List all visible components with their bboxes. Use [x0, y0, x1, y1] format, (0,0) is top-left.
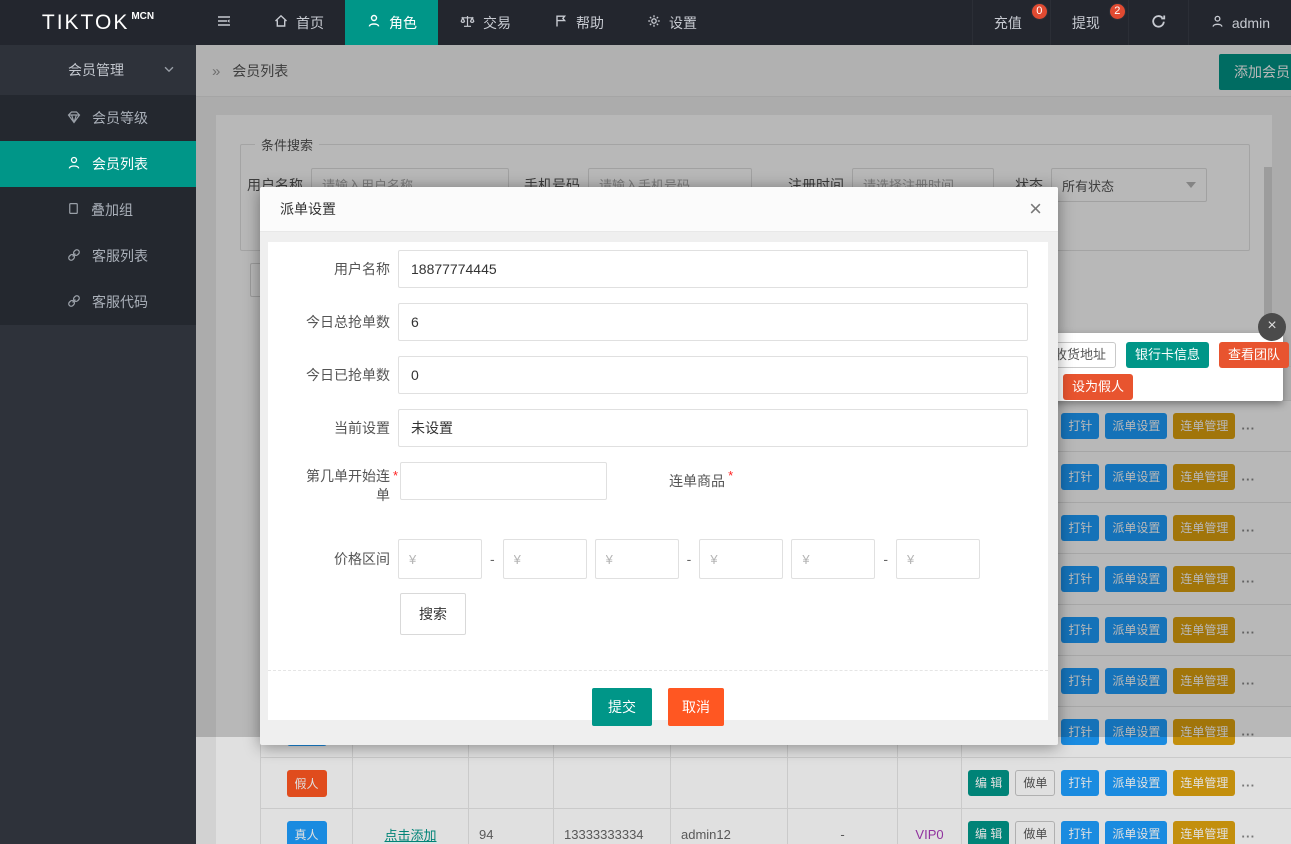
total-orders-field-label: 今日总抢单数 — [268, 303, 390, 341]
nav-role[interactable]: 角色 — [345, 0, 438, 45]
withdraw-button[interactable]: 提现 2 — [1050, 0, 1128, 45]
price-min-input-2[interactable] — [595, 539, 679, 579]
price-max-input-2[interactable] — [699, 539, 783, 579]
sidebar-item-member-level[interactable]: 会员等级 — [0, 95, 196, 141]
current-setting-field-input[interactable] — [398, 409, 1028, 447]
sidebar-item-label: 叠加组 — [91, 200, 133, 220]
sidebar-item-label: 会员等级 — [92, 108, 148, 128]
gear-icon — [646, 13, 662, 32]
price-min-input-3[interactable] — [791, 539, 875, 579]
range-dash: - — [883, 539, 888, 579]
refresh-icon — [1150, 13, 1167, 33]
hamburger-icon — [216, 13, 232, 32]
sidebar-collapse-button[interactable] — [196, 0, 252, 45]
sidebar-group-member-management[interactable]: 会员管理 — [0, 45, 196, 95]
modal-title: 派单设置 — [260, 187, 1058, 232]
row-actions-popover: 收货地址 银行卡信息 查看团队 设为假人 — [1036, 333, 1283, 401]
scales-icon — [459, 13, 476, 32]
link-icon — [66, 293, 82, 312]
sidebar-item-cs-list[interactable]: 客服列表 — [0, 233, 196, 279]
diamond-icon — [66, 109, 82, 128]
recharge-button[interactable]: 充值 0 — [972, 0, 1050, 45]
sidebar: 会员管理 会员等级 会员列表 叠加组 客服列表 客服代码 — [0, 45, 196, 844]
app-logo: TIKTOK MCN — [0, 0, 196, 45]
person-icon — [366, 13, 382, 32]
range-dash: - — [490, 539, 495, 579]
submit-button[interactable]: 提交 — [592, 688, 652, 726]
chain-product-label: 连单商品 — [669, 462, 725, 500]
set-fake-button[interactable]: 设为假人 — [1063, 374, 1133, 400]
price-max-input-1[interactable] — [503, 539, 587, 579]
nav-role-label: 角色 — [389, 13, 417, 33]
person-icon — [66, 155, 82, 174]
link-icon — [66, 247, 82, 266]
logo-text: TIKTOK — [42, 11, 129, 35]
sidebar-item-cs-code[interactable]: 客服代码 — [0, 279, 196, 325]
bank-card-info-button[interactable]: 银行卡信息 — [1126, 342, 1209, 368]
total-orders-field-input[interactable] — [398, 303, 1028, 341]
required-asterisk: * — [728, 468, 733, 483]
nav-help-label: 帮助 — [576, 13, 604, 33]
price-range-field-label: 价格区间 — [268, 539, 390, 579]
nav-settings-label: 设置 — [669, 13, 697, 33]
product-search-button[interactable]: 搜索 — [400, 593, 466, 635]
sidebar-item-overlay-group[interactable]: 叠加组 — [0, 187, 196, 233]
range-dash: - — [687, 539, 692, 579]
chain-start-field-label: 第几单开始连单 — [268, 462, 390, 505]
withdraw-label: 提现 — [1072, 13, 1100, 33]
price-min-input-1[interactable] — [398, 539, 482, 579]
chevron-down-icon — [162, 62, 176, 79]
logo-suffix: MCN — [131, 11, 154, 22]
cancel-button[interactable]: 取消 — [668, 688, 724, 726]
modal-body: 用户名称 今日总抢单数 今日已抢单数 当前设置 第几单开始连单 * 连单商品 *… — [268, 242, 1048, 720]
box-icon — [66, 201, 81, 219]
price-max-input-3[interactable] — [896, 539, 980, 579]
sidebar-item-label: 客服代码 — [92, 292, 148, 312]
user-menu[interactable]: admin — [1188, 0, 1291, 45]
sidebar-item-label: 会员列表 — [92, 154, 148, 174]
top-navbar: TIKTOK MCN 首页 角色 交易 帮助 设置 充值 0 提现 2 — [0, 0, 1291, 45]
footer-divider — [268, 670, 1048, 671]
nav-settings[interactable]: 设置 — [625, 0, 718, 45]
modal-header: 派单设置 × — [260, 187, 1058, 232]
nav-trade-label: 交易 — [483, 13, 511, 33]
sidebar-item-label: 客服列表 — [92, 246, 148, 266]
required-asterisk: * — [393, 468, 398, 483]
home-icon — [273, 13, 289, 32]
withdraw-badge: 2 — [1109, 3, 1126, 20]
view-team-button[interactable]: 查看团队 — [1219, 342, 1289, 368]
current-setting-field-label: 当前设置 — [268, 409, 390, 447]
user-icon — [1210, 14, 1225, 32]
refresh-button[interactable] — [1128, 0, 1188, 45]
close-icon: × — [1029, 196, 1042, 221]
sidebar-item-member-list[interactable]: 会员列表 — [0, 141, 196, 187]
sidebar-group-label: 会员管理 — [68, 60, 124, 80]
modal-close-button[interactable]: × — [1029, 187, 1042, 230]
flag-icon — [553, 13, 569, 32]
popover-close-button[interactable]: × — [1258, 313, 1286, 341]
username-label: admin — [1232, 15, 1270, 31]
username-field-label: 用户名称 — [268, 250, 390, 288]
nav-home[interactable]: 首页 — [252, 0, 345, 45]
username-field-input[interactable] — [398, 250, 1028, 288]
dispatch-settings-modal: 派单设置 × 用户名称 今日总抢单数 今日已抢单数 当前设置 第几单开始连单 *… — [260, 187, 1058, 745]
modal-shade-lower — [196, 737, 1291, 844]
nav-trade[interactable]: 交易 — [438, 0, 532, 45]
nav-help[interactable]: 帮助 — [532, 0, 625, 45]
chain-start-field-input[interactable] — [400, 462, 607, 500]
taken-orders-field-label: 今日已抢单数 — [268, 356, 390, 394]
taken-orders-field-input[interactable] — [398, 356, 1028, 394]
nav-home-label: 首页 — [296, 13, 324, 33]
recharge-badge: 0 — [1031, 3, 1048, 20]
close-icon: × — [1267, 317, 1276, 334]
recharge-label: 充值 — [994, 13, 1022, 33]
